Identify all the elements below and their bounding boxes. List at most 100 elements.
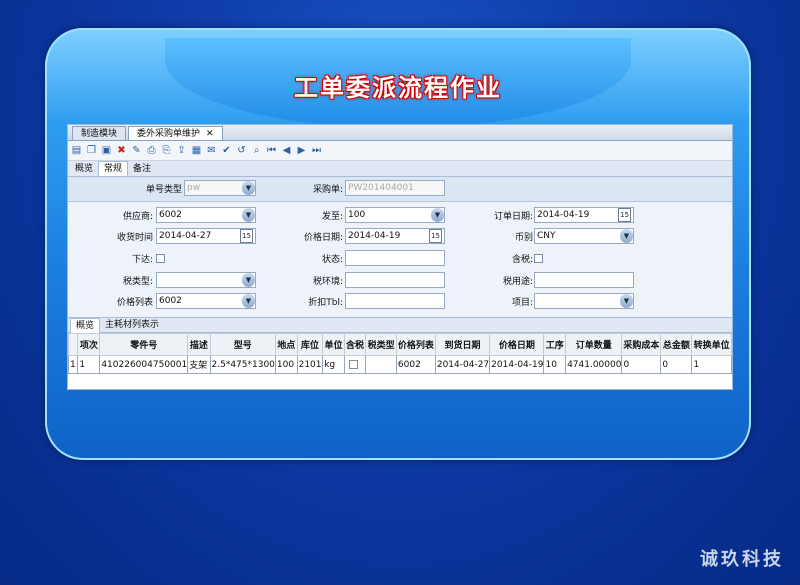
tax-use-field[interactable] <box>534 272 634 288</box>
chevron-down-icon[interactable]: ▼ <box>242 294 255 308</box>
price-list-label: 价格列表 <box>116 298 153 308</box>
copy-icon[interactable]: ❐ <box>85 144 98 157</box>
table-row[interactable]: 1 1 410226004750001 支架 2.5*475*1300 100 … <box>68 355 732 374</box>
find-icon[interactable]: ⌕ <box>250 144 263 157</box>
grid-tab-materials[interactable]: 主耗材列表示 <box>100 318 164 332</box>
column-header[interactable]: 库位 <box>296 333 324 356</box>
tax-type-select[interactable] <box>156 272 256 288</box>
ship-to-field[interactable]: 100 <box>345 207 445 223</box>
column-header[interactable]: 工序 <box>543 333 567 356</box>
column-header[interactable]: 项次 <box>77 333 101 356</box>
subtab-notes[interactable]: 备注 <box>128 162 156 176</box>
column-header[interactable]: 含税 <box>343 333 367 356</box>
calendar-icon[interactable]: 15 <box>240 229 253 243</box>
delete-icon[interactable]: ✖ <box>115 144 128 157</box>
calendar-icon[interactable]: 15 <box>429 229 442 243</box>
po-label: 采购单: <box>312 185 343 195</box>
next-icon[interactable]: ▶ <box>295 144 308 157</box>
project-select[interactable] <box>534 293 634 309</box>
table-cell[interactable]: 2014-04-19 <box>489 355 545 374</box>
subtab-overview[interactable]: 概览 <box>70 162 98 176</box>
close-icon[interactable]: ✕ <box>206 129 214 139</box>
print-icon[interactable]: ⎘ <box>160 144 173 157</box>
table-reflection <box>67 392 733 452</box>
tax-incl-label: 含税: <box>511 255 533 265</box>
table-cell[interactable]: 0 <box>621 355 662 374</box>
currency-select[interactable]: CNY <box>534 228 634 244</box>
chevron-down-icon[interactable]: ▼ <box>242 208 255 222</box>
tax-incl-checkbox[interactable] <box>534 254 543 263</box>
calendar-icon[interactable]: 15 <box>618 208 631 222</box>
column-header[interactable]: 订单数量 <box>565 333 623 356</box>
chevron-down-icon[interactable]: ▼ <box>620 294 633 308</box>
column-header[interactable]: 到货日期 <box>434 333 491 356</box>
column-header[interactable]: 税类型 <box>365 333 397 356</box>
column-header[interactable]: 价格列表 <box>395 333 436 356</box>
supplier-field[interactable]: 6002 <box>156 207 256 223</box>
tab-outsource-po[interactable]: 委外采购单维护 ✕ <box>128 126 223 140</box>
attachment-icon[interactable]: ✉ <box>205 144 218 157</box>
column-header[interactable]: 转换单位 <box>691 333 732 356</box>
table-cell[interactable]: 6002 <box>395 355 436 374</box>
tax-env-label: 税环境: <box>312 277 343 287</box>
currency-label: 币别 <box>514 233 533 243</box>
column-header[interactable]: 零件号 <box>99 333 189 356</box>
calendar-icon[interactable]: ▦ <box>190 144 203 157</box>
first-icon[interactable]: ⏮ <box>265 144 278 157</box>
issued-label: 下达: <box>131 255 153 265</box>
column-header[interactable]: 价格日期 <box>489 333 545 356</box>
table-cell[interactable]: 4741.00000 <box>565 355 623 374</box>
table-cell[interactable] <box>365 355 397 374</box>
table-header-row: 项次 零件号 描述 型号 地点 库位 单位 含税 税类型 价格列表 到货日期 价… <box>68 333 732 356</box>
column-header[interactable]: 描述 <box>187 333 211 356</box>
supplier-label: 供应商: <box>122 212 153 222</box>
table-cell[interactable]: 100 <box>274 355 298 374</box>
chevron-down-icon[interactable]: ▼ <box>242 181 255 195</box>
table-cell[interactable]: 2014-04-27 <box>434 355 491 374</box>
column-header[interactable]: 型号 <box>209 333 276 356</box>
prev-icon[interactable]: ◀ <box>280 144 293 157</box>
edit-icon[interactable]: ✎ <box>130 144 143 157</box>
table-cell[interactable]: 2.5*475*1300 <box>209 355 276 374</box>
column-header[interactable]: 采购成本 <box>621 333 662 356</box>
chevron-down-icon[interactable]: ▼ <box>431 208 444 222</box>
table-cell[interactable]: 1 <box>691 355 732 374</box>
column-header[interactable]: 单位 <box>322 333 345 356</box>
price-date-label: 价格日期: <box>303 233 343 243</box>
column-header[interactable]: 地点 <box>274 333 298 356</box>
project-label: 项目: <box>511 298 533 308</box>
tax-incl-checkbox[interactable] <box>348 359 358 369</box>
unaudit-icon[interactable]: ↺ <box>235 144 248 157</box>
table-cell[interactable]: 410226004750001 <box>99 355 189 374</box>
audit-icon[interactable]: ✔ <box>220 144 233 157</box>
row-indicator[interactable]: 1 <box>68 355 79 374</box>
print-preview-icon[interactable]: ⎙ <box>145 144 158 157</box>
table-cell[interactable]: 1 <box>77 355 101 374</box>
chevron-down-icon[interactable]: ▼ <box>620 229 633 243</box>
table-cell[interactable]: 0 <box>660 355 693 374</box>
subtab-general[interactable]: 常规 <box>98 161 129 176</box>
tax-env-field[interactable] <box>345 272 445 288</box>
po-number-field[interactable]: PW201404001 <box>345 180 445 196</box>
status-field[interactable] <box>345 250 445 266</box>
table-cell[interactable] <box>343 355 367 374</box>
grid-tab-overview[interactable]: 概览 <box>70 317 101 333</box>
price-list-select[interactable]: 6002 <box>156 293 256 309</box>
app-window: 制造模块 委外采购单维护 ✕ ▤ ❐ ▣ ✖ ✎ ⎙ ⎘ ⇪ ▦ ✉ ✔ ↺ ⌕ … <box>67 124 733 390</box>
last-icon[interactable]: ⏭ <box>310 144 323 157</box>
tab-manufacturing[interactable]: 制造模块 <box>72 126 127 140</box>
discount-field[interactable] <box>345 293 445 309</box>
chevron-down-icon[interactable]: ▼ <box>242 273 255 287</box>
brand-watermark: 诚玖科技 <box>700 549 784 570</box>
save-icon[interactable]: ▣ <box>100 144 113 157</box>
banner-title: 工单委派流程作业 <box>294 74 502 102</box>
table-cell[interactable]: 2101 <box>296 355 324 374</box>
table-cell[interactable]: 10 <box>543 355 567 374</box>
column-header[interactable]: 总金额 <box>660 333 693 356</box>
new-doc-icon[interactable]: ▤ <box>70 144 83 157</box>
export-icon[interactable]: ⇪ <box>175 144 188 157</box>
table-cell[interactable]: kg <box>322 355 345 374</box>
header-form: 单号类型 pw ▼ 采购单: PW201404001 供应商: 6002 ▼ 发… <box>68 177 732 317</box>
issued-checkbox[interactable] <box>156 254 165 263</box>
table-cell[interactable]: 支架 <box>187 355 211 374</box>
